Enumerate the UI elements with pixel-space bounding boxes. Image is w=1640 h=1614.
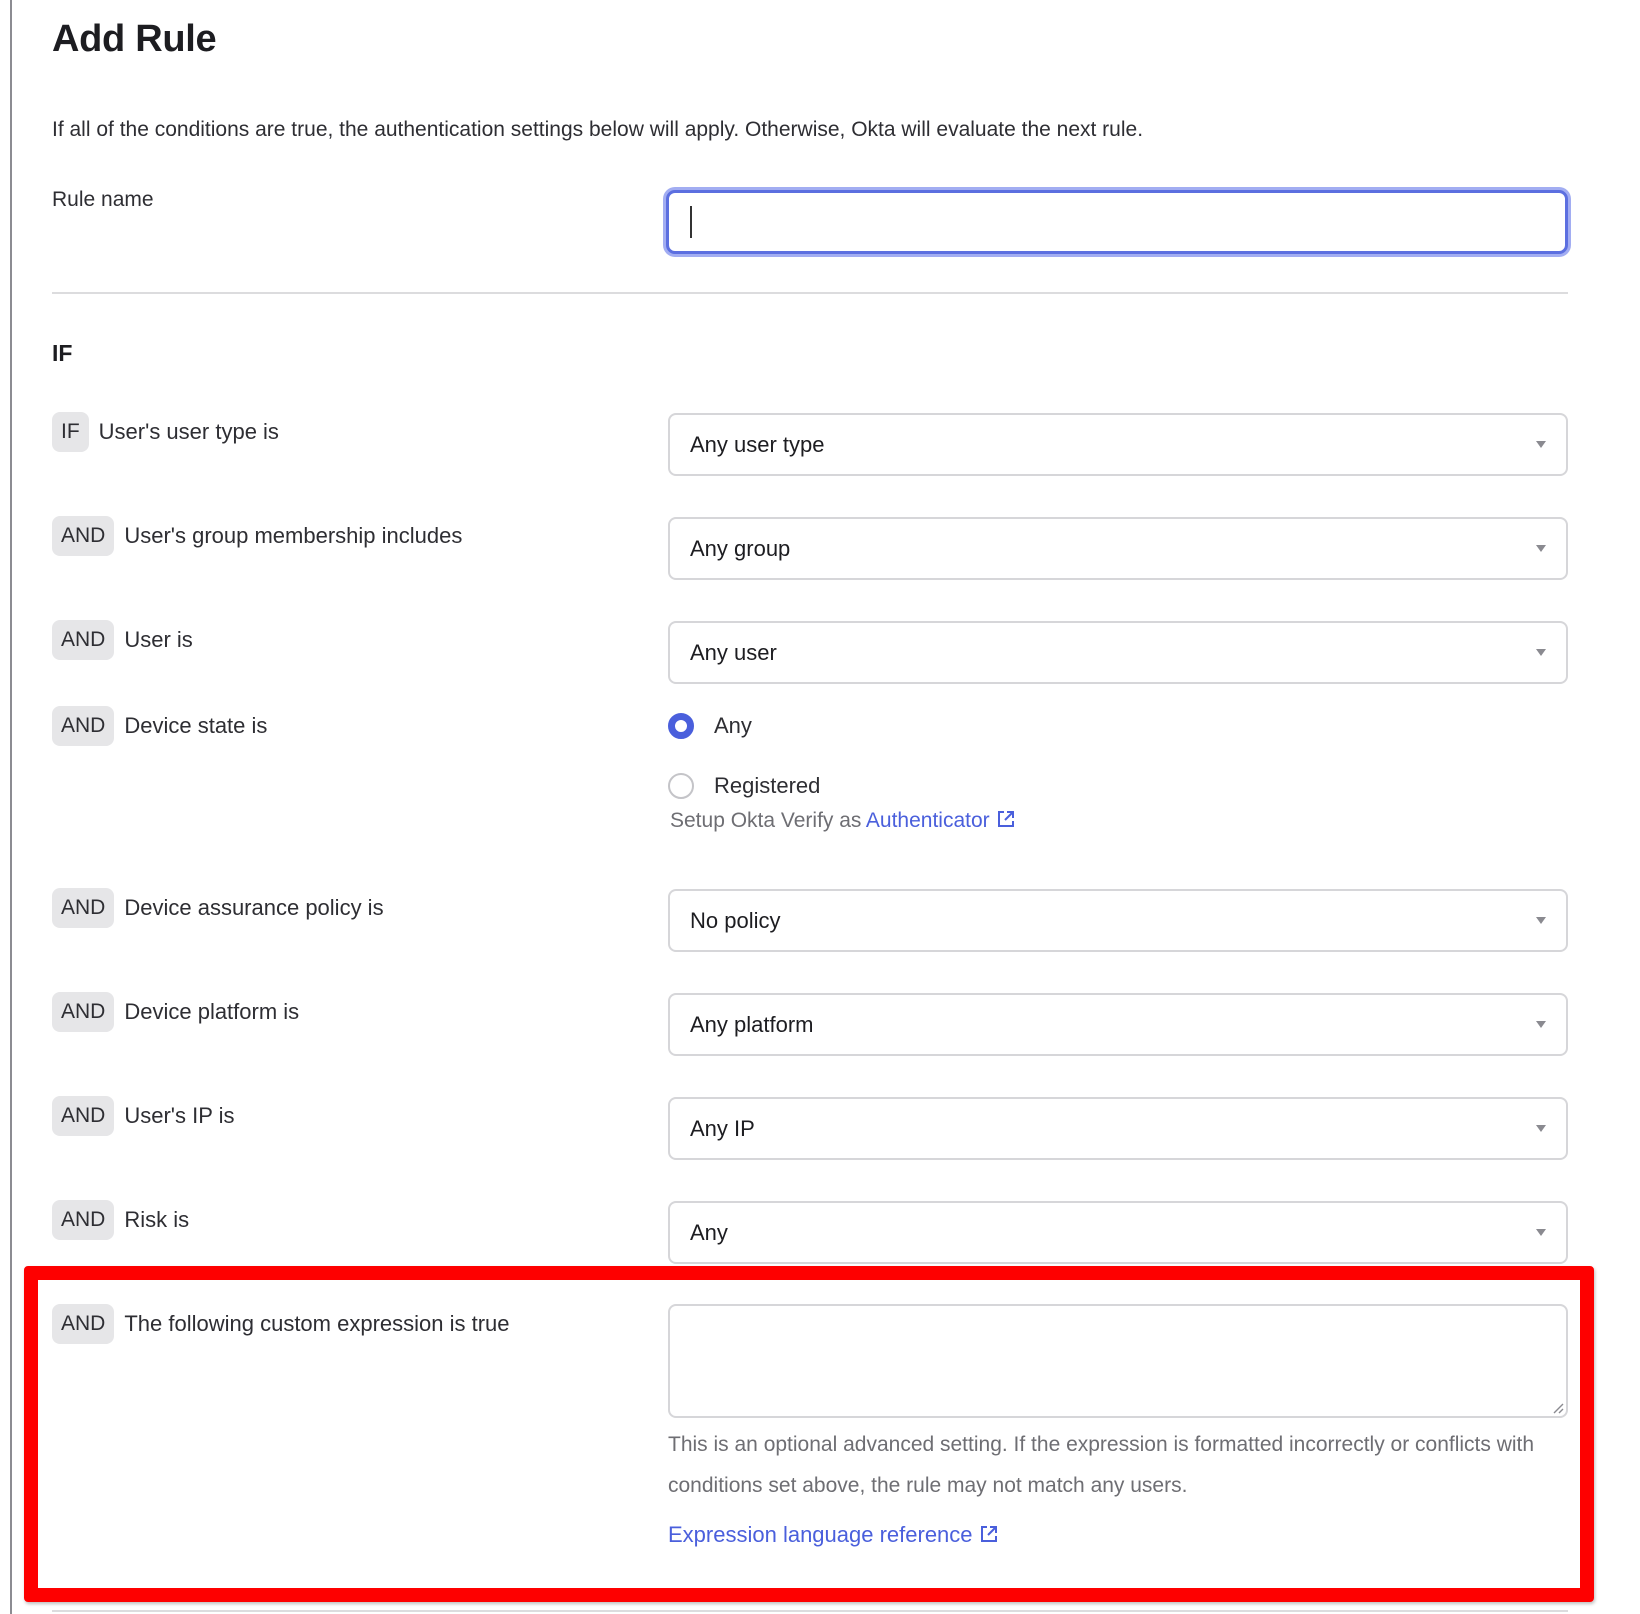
radio-label: Registered <box>714 773 821 798</box>
if-section-heading: IF <box>52 340 73 366</box>
chevron-down-icon <box>1536 1124 1546 1132</box>
condition-badge: AND <box>52 888 115 928</box>
select-value: Any user type <box>690 431 825 457</box>
rule-name-label: Rule name <box>52 188 154 211</box>
custom-expression-helper-text: This is an optional advanced setting. If… <box>668 1433 1535 1497</box>
condition-badge: AND <box>52 706 115 746</box>
condition-label: Device platform is <box>124 999 300 1024</box>
condition-user-type: IF User's user type is <box>52 412 279 452</box>
condition-badge: AND <box>52 992 115 1032</box>
condition-user-is: AND User is <box>52 620 193 660</box>
chevron-down-icon <box>1536 1228 1546 1236</box>
radio-label: Any <box>714 713 752 738</box>
authenticator-link[interactable]: Authenticator <box>866 809 1016 832</box>
user-is-select[interactable]: Any user <box>668 621 1568 684</box>
condition-label: User's IP is <box>124 1103 235 1128</box>
condition-label: Risk is <box>124 1207 190 1232</box>
add-rule-page: Add Rule If all of the conditions are tr… <box>0 0 1640 1614</box>
rule-name-input[interactable] <box>666 190 1568 254</box>
condition-label: Device assurance policy is <box>124 895 384 920</box>
condition-label: Device state is <box>124 713 268 738</box>
condition-risk: AND Risk is <box>52 1200 189 1240</box>
section-divider <box>52 292 1568 294</box>
chevron-down-icon <box>1536 916 1546 924</box>
condition-badge: AND <box>52 1304 115 1344</box>
select-value: Any group <box>690 535 791 561</box>
chevron-down-icon <box>1536 440 1546 448</box>
risk-select[interactable]: Any <box>668 1201 1568 1264</box>
select-value: Any <box>690 1219 728 1245</box>
resize-handle-icon[interactable] <box>1550 1400 1564 1414</box>
radio-button[interactable] <box>668 773 694 799</box>
link-text[interactable]: Expression language reference <box>668 1522 973 1547</box>
condition-badge: AND <box>52 1096 115 1136</box>
condition-label: User's user type is <box>98 419 279 444</box>
condition-device-state: AND Device state is <box>52 706 267 746</box>
condition-badge: IF <box>52 412 89 452</box>
condition-user-ip: AND User's IP is <box>52 1096 235 1136</box>
condition-label: User is <box>124 627 193 652</box>
select-value: Any IP <box>690 1115 755 1141</box>
device-state-helper: Setup Okta Verify as Authenticator <box>670 809 1016 833</box>
select-value: Any platform <box>690 1011 814 1037</box>
radio-button-checked[interactable] <box>668 713 694 739</box>
group-membership-select[interactable]: Any group <box>668 517 1568 580</box>
custom-expression-textarea[interactable] <box>668 1304 1568 1418</box>
chevron-down-icon <box>1536 1020 1546 1028</box>
device-platform-select[interactable]: Any platform <box>668 993 1568 1056</box>
condition-group-membership: AND User's group membership includes <box>52 516 462 556</box>
page-title: Add Rule <box>52 18 217 60</box>
device-state-radio-any[interactable]: Any <box>668 713 752 739</box>
condition-device-assurance: AND Device assurance policy is <box>52 888 384 928</box>
left-border-divider <box>10 0 12 1614</box>
bottom-divider <box>52 1610 1568 1612</box>
condition-device-platform: AND Device platform is <box>52 992 299 1032</box>
link-text[interactable]: Authenticator <box>866 809 990 832</box>
chevron-down-icon <box>1536 648 1546 656</box>
device-state-radio-registered[interactable]: Registered <box>668 773 820 799</box>
select-value: Any user <box>690 639 777 665</box>
helper-text: Setup Okta Verify as <box>670 809 862 832</box>
condition-badge: AND <box>52 620 115 660</box>
device-assurance-select[interactable]: No policy <box>668 889 1568 952</box>
external-link-icon <box>980 1526 997 1542</box>
select-value: No policy <box>690 907 781 933</box>
text-caret <box>690 206 692 238</box>
condition-badge: AND <box>52 1200 115 1240</box>
user-type-select[interactable]: Any user type <box>668 413 1568 476</box>
external-link-icon <box>997 811 1014 827</box>
expression-language-reference-link[interactable]: Expression language reference <box>668 1522 999 1548</box>
condition-custom-expression: AND The following custom expression is t… <box>52 1304 510 1344</box>
condition-label: The following custom expression is true <box>124 1311 510 1336</box>
intro-text: If all of the conditions are true, the a… <box>52 118 1144 141</box>
condition-label: User's group membership includes <box>124 523 463 548</box>
condition-badge: AND <box>52 516 115 556</box>
user-ip-select[interactable]: Any IP <box>668 1097 1568 1160</box>
chevron-down-icon <box>1536 544 1546 552</box>
